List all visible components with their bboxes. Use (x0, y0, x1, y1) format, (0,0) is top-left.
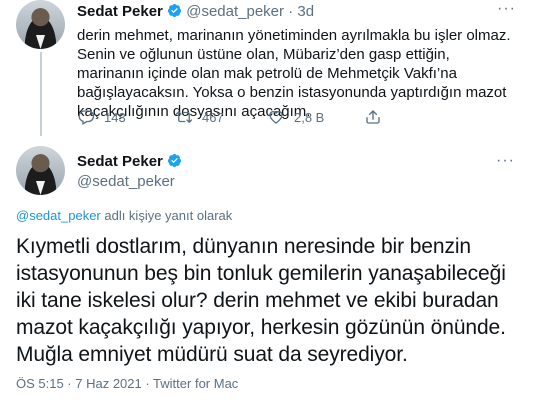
share-button[interactable] (364, 108, 391, 126)
retweet-icon (175, 111, 193, 123)
author-handle[interactable]: @sedat_peker (77, 172, 175, 192)
reply-icon (78, 110, 95, 125)
more-options-icon[interactable]: ··· (497, 1, 515, 18)
tweet-text: derin mehmet, marinanın yönetiminden ayr… (77, 27, 511, 120)
verified-badge-icon (168, 153, 182, 168)
reply-count: 143 (104, 109, 126, 125)
thread-line (40, 52, 42, 136)
tweet-text: Kıymetli dostlarım, dünyanın neresinde b… (16, 235, 506, 366)
reply-button[interactable]: 143 (77, 108, 126, 126)
author-name-row: Sedat Peker (77, 152, 182, 172)
avatar[interactable] (16, 146, 65, 195)
author-handle[interactable]: @sedat_peker (186, 3, 284, 20)
reply-mention-link[interactable]: @sedat_peker (16, 208, 101, 223)
verified-badge-icon (168, 3, 182, 18)
like-button[interactable]: 2,8 B (267, 108, 324, 126)
author-name[interactable]: Sedat Peker (77, 153, 163, 170)
reply-context-text: adlı kişiye yanıt olarak (100, 208, 233, 223)
tweet-timestamp[interactable]: 3d (297, 3, 314, 20)
tweet-meta[interactable]: ÖS 5:15 · 7 Haz 2021 · Twitter for Mac (16, 375, 238, 393)
share-icon (366, 110, 380, 124)
avatar[interactable] (16, 0, 65, 49)
retweet-count: 467 (202, 109, 224, 125)
separator-dot: · (288, 3, 294, 20)
more-options-icon[interactable]: ··· (496, 153, 515, 169)
retweet-button[interactable]: 467 (175, 108, 224, 126)
heart-icon (269, 111, 283, 124)
like-count: 2,8 B (294, 109, 325, 125)
reply-context: @sedat_peker adlı kişiye yanıt olarak (16, 207, 232, 225)
tweet-header: Sedat Peker @sedat_peker · 3d (77, 2, 314, 22)
author-name[interactable]: Sedat Peker (77, 3, 163, 20)
